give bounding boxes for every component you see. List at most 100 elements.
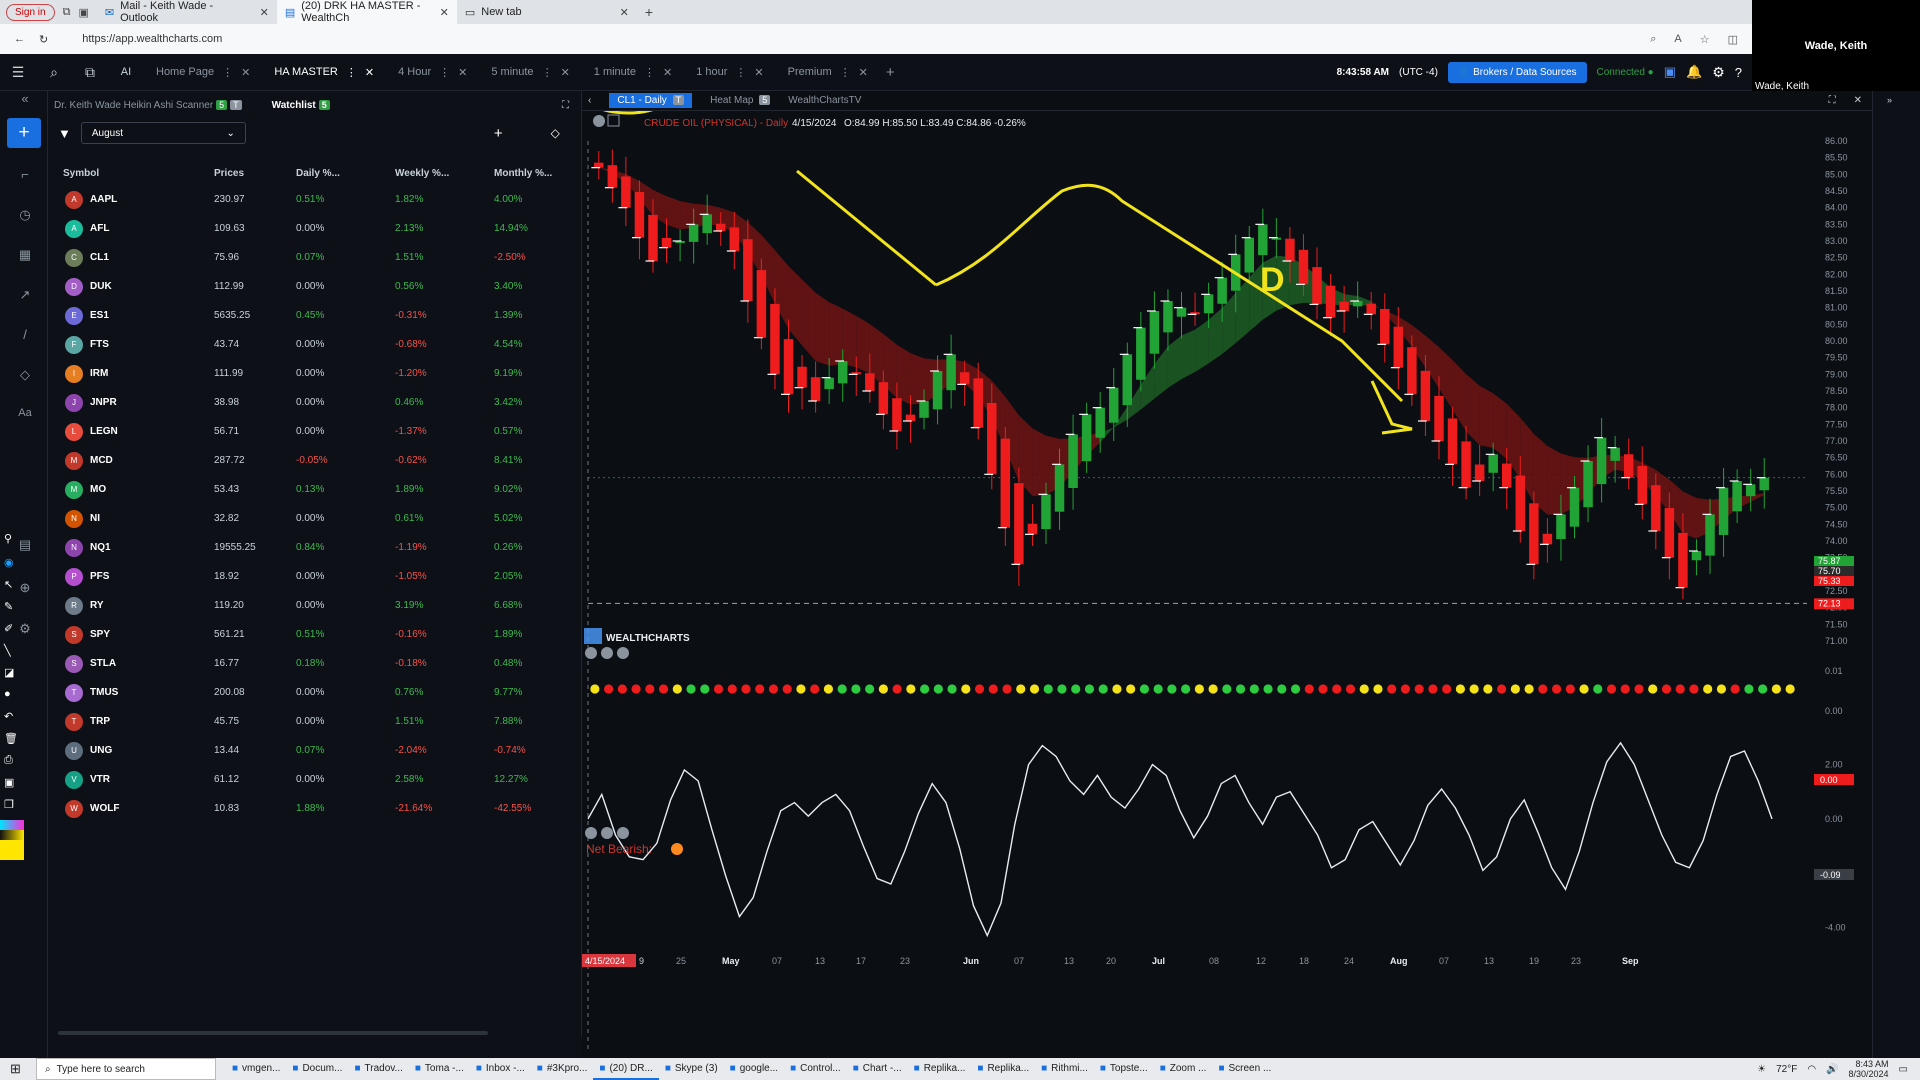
maximize-icon[interactable]: ⛶	[1829, 95, 1836, 106]
new-tab-button[interactable]: +	[645, 4, 653, 20]
candle-body[interactable]	[1122, 354, 1133, 406]
candle-body[interactable]	[1285, 238, 1295, 261]
candle-body[interactable]	[1014, 483, 1024, 565]
candle-body[interactable]	[688, 224, 699, 242]
tab-ha-master[interactable]: HA MASTER ⋮ ✕	[262, 54, 386, 91]
candle-body[interactable]	[1298, 249, 1309, 285]
taskbar-app[interactable]: ■ google...	[724, 1058, 784, 1080]
candle-body[interactable]	[1041, 494, 1051, 530]
taskbar-app[interactable]: ■ Topste...	[1094, 1058, 1154, 1080]
candle-body[interactable]	[1583, 461, 1593, 508]
table-row[interactable]: A AFL 109.63 0.00% 2.13% 14.94%	[48, 214, 582, 243]
marker-icon[interactable]: ✐	[4, 622, 13, 635]
save-icon[interactable]: ▣	[1664, 64, 1676, 80]
candle-body[interactable]	[1136, 327, 1146, 380]
candle-body[interactable]	[810, 377, 821, 401]
eye-icon[interactable]: ◉	[4, 556, 14, 569]
candle-body[interactable]	[973, 378, 983, 428]
table-row[interactable]: A AAPL 230.97 0.51% 1.82% 4.00%	[48, 185, 582, 214]
candle-body[interactable]	[824, 377, 834, 390]
favorite-icon[interactable]: ☆	[1700, 33, 1710, 46]
taskbar-app[interactable]: ■ Zoom ...	[1154, 1058, 1213, 1080]
close-icon[interactable]: ✕	[260, 6, 269, 19]
table-row[interactable]: N NQ1 19555.25 0.84% -1.19% 0.26%	[48, 533, 582, 562]
undo-icon[interactable]: ↶	[4, 710, 13, 723]
candle-body[interactable]	[932, 371, 943, 410]
color-swatch[interactable]	[0, 820, 24, 830]
candle-body[interactable]	[1339, 301, 1349, 311]
search-icon[interactable]: ⌕	[36, 64, 72, 81]
taskbar-app[interactable]: ■ (20) DR...	[593, 1058, 659, 1080]
candle-body[interactable]	[1556, 514, 1566, 540]
taskbar-app[interactable]: ■ Docum...	[286, 1058, 348, 1080]
pin-icon[interactable]: ⚲	[4, 532, 12, 545]
expand-icon[interactable]	[617, 647, 629, 659]
candle-body[interactable]	[1217, 277, 1227, 304]
gear-icon[interactable]: ⚙	[1712, 64, 1725, 81]
volume-icon[interactable]: 🔊	[1826, 1064, 1838, 1075]
candle-body[interactable]	[702, 214, 712, 234]
ai-icon[interactable]: AI	[108, 66, 144, 78]
table-row[interactable]: J JNPR 38.98 0.00% 0.46% 3.42%	[48, 388, 582, 417]
taskbar-app[interactable]: ■ Toma -...	[409, 1058, 470, 1080]
candle-body[interactable]	[865, 373, 875, 391]
column-header-symbol[interactable]: Symbol	[48, 168, 214, 179]
table-row[interactable]: V VTR 61.12 0.00% 2.58% 12.27%	[48, 765, 582, 794]
candle-body[interactable]	[729, 227, 740, 251]
tab-scanner[interactable]: Dr. Keith Wade Heikin Ashi Scanner 5 T	[54, 99, 242, 111]
table-row[interactable]: M MCD 287.72 -0.05% -0.62% 8.41%	[48, 446, 582, 475]
pen-icon[interactable]: ✎	[4, 600, 13, 613]
candle-body[interactable]	[878, 382, 889, 415]
table-row[interactable]: S STLA 16.77 0.18% -0.18% 0.48%	[48, 649, 582, 678]
candle-body[interactable]	[1610, 447, 1620, 461]
tab-1-minute[interactable]: 1 minute ⋮ ✕	[582, 54, 684, 91]
candle-body[interactable]	[919, 401, 929, 418]
candle-body[interactable]	[594, 162, 604, 168]
back-icon[interactable]: ←	[14, 33, 25, 45]
candle-body[interactable]	[1000, 438, 1011, 528]
candle-body[interactable]	[1380, 309, 1390, 345]
candle-body[interactable]	[1447, 418, 1458, 465]
candle-body[interactable]	[1596, 437, 1607, 485]
candle-body[interactable]	[1678, 532, 1688, 588]
close-icon[interactable]: ✕	[458, 66, 467, 79]
calendar-icon[interactable]: ▦	[14, 247, 36, 269]
shape-icon[interactable]: ◇	[14, 367, 36, 389]
browser-tab-new[interactable]: ▭ New tab ✕	[457, 0, 637, 24]
candle-body[interactable]	[987, 402, 997, 475]
copy-icon[interactable]: ❐	[4, 798, 14, 811]
url-field[interactable]: https://app.wealthcharts.com	[82, 33, 222, 45]
browser-tab-outlook[interactable]: ✉ Mail - Keith Wade - Outlook ✕	[97, 0, 277, 24]
eraser-icon[interactable]: ◇	[551, 126, 560, 140]
menu-icon[interactable]: ☰	[0, 64, 36, 81]
candle-body[interactable]	[1461, 441, 1471, 488]
candle-body[interactable]	[1501, 463, 1512, 488]
candle-body[interactable]	[1623, 454, 1634, 478]
table-row[interactable]: S SPY 561.21 0.51% -0.16% 1.89%	[48, 620, 582, 649]
table-row[interactable]: E ES1 5635.25 0.45% -0.31% 1.39%	[48, 301, 582, 330]
clock-icon[interactable]: ◷	[14, 207, 36, 229]
trash-icon[interactable]: 🗑	[4, 732, 18, 745]
candle-body[interactable]	[1488, 454, 1498, 473]
column-header-daily[interactable]: Daily %...	[296, 168, 395, 179]
candle-body[interactable]	[715, 223, 726, 231]
candle-body[interactable]	[1054, 464, 1065, 512]
table-row[interactable]: T TRP 45.75 0.00% 1.51% 7.88%	[48, 707, 582, 736]
split-screen-icon[interactable]: ◫	[1728, 33, 1738, 46]
text-icon[interactable]: Aa	[14, 407, 36, 429]
sign-in-button[interactable]: Sign in	[6, 3, 55, 21]
close-icon[interactable]: ✕	[1854, 95, 1862, 106]
settings-icon[interactable]	[593, 115, 605, 127]
tab-5-minute[interactable]: 5 minute ⋮ ✕	[479, 54, 581, 91]
candle-body[interactable]	[1027, 523, 1038, 535]
add-tab-button[interactable]: +	[886, 64, 895, 81]
candle-body[interactable]	[1258, 224, 1268, 256]
candle-body[interactable]	[1366, 303, 1376, 315]
candle-body[interactable]	[661, 237, 672, 248]
close-icon[interactable]: ✕	[365, 66, 374, 79]
help-icon[interactable]: ?	[1735, 65, 1742, 80]
candle-body[interactable]	[1163, 301, 1173, 333]
taskbar-app[interactable]: ■ #3Kpro...	[531, 1058, 594, 1080]
candle-body[interactable]	[1068, 434, 1078, 489]
expand-icon[interactable]	[617, 827, 629, 839]
